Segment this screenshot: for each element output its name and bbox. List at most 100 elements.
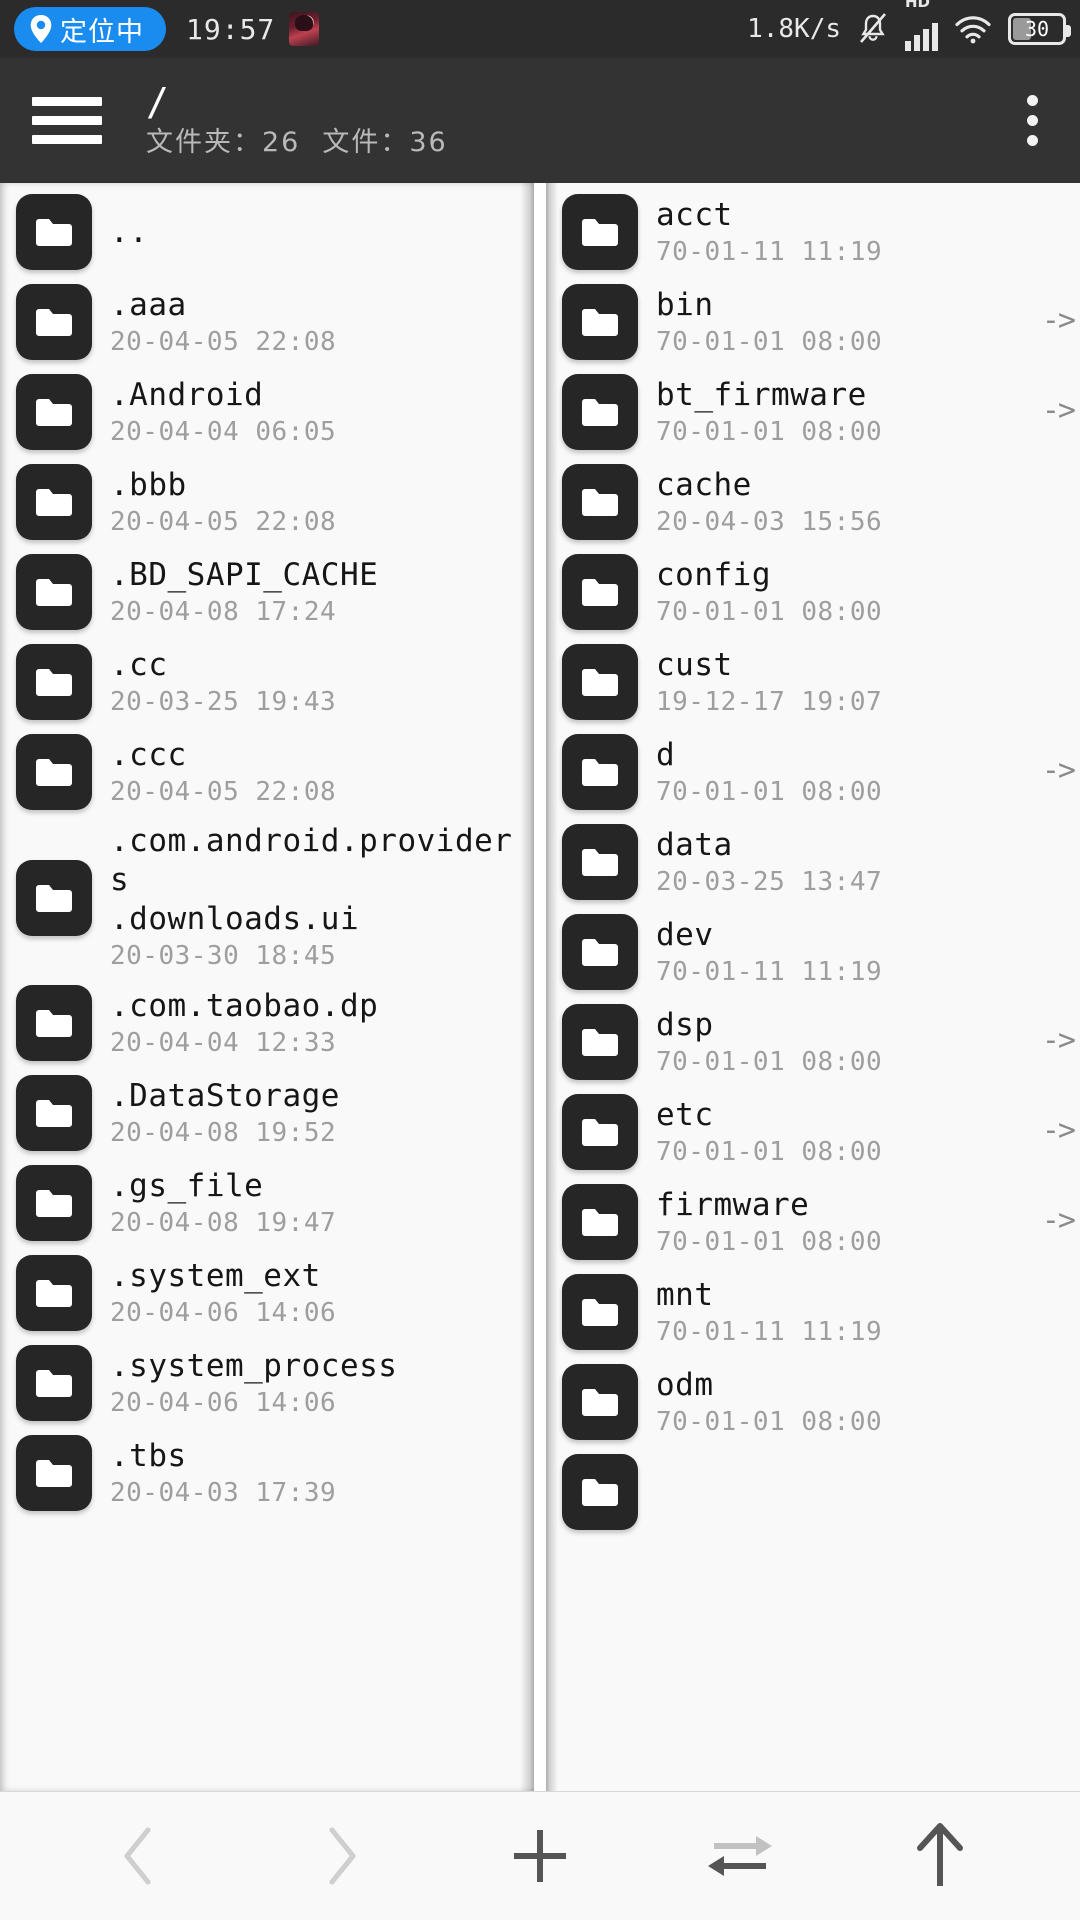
file-name: .tbs — [110, 1437, 187, 1474]
symlink-arrow-icon: -> — [1041, 303, 1076, 338]
file-row[interactable]: firmware 70-01-01 08:00 -> — [546, 1177, 1080, 1267]
folder-icon — [562, 1094, 638, 1170]
file-date: 19-12-17 19:07 — [656, 686, 883, 717]
forward-button[interactable] — [270, 1801, 410, 1911]
right-file-pane[interactable]: acct 70-01-11 11:19 bin 70-01-01 08:00 -> bt_… — [546, 183, 1080, 1791]
file-date: 20-03-30 18:45 — [110, 941, 337, 971]
file-row-text: .Android 20-04-04 06:05 — [110, 376, 336, 449]
file-row-text: .cc 20-03-25 19:43 — [110, 646, 336, 719]
folder-icon — [16, 194, 92, 270]
folder-icon — [562, 644, 638, 720]
file-row[interactable]: .Android 20-04-04 06:05 — [0, 367, 534, 457]
folder-icon — [562, 1184, 638, 1260]
file-row[interactable]: data 20-03-25 13:47 — [546, 817, 1080, 907]
folder-icon — [562, 374, 638, 450]
file-row-text: .bbb 20-04-05 22:08 — [110, 466, 336, 539]
file-row[interactable]: bin 70-01-01 08:00 -> — [546, 277, 1080, 367]
file-row[interactable] — [546, 1447, 1080, 1537]
file-name: .. — [110, 213, 149, 250]
file-date: 20-04-03 17:39 — [110, 1477, 337, 1508]
add-button[interactable] — [470, 1801, 610, 1911]
back-button[interactable] — [70, 1801, 210, 1911]
file-name: etc — [656, 1096, 714, 1133]
file-name: bin — [656, 286, 714, 323]
file-row[interactable]: .. — [0, 187, 534, 277]
item-count-line: 文件夹：26 文件：36 — [146, 124, 448, 162]
file-date: 70-01-11 11:19 — [656, 1316, 883, 1347]
swap-panes-button[interactable] — [670, 1801, 810, 1911]
file-name: .com.taobao.dp — [110, 987, 379, 1024]
file-row[interactable]: dsp 70-01-01 08:00 -> — [546, 997, 1080, 1087]
file-row[interactable]: acct 70-01-11 11:19 — [546, 187, 1080, 277]
file-row-text: .aaa 20-04-05 22:08 — [110, 286, 336, 359]
folder-icon — [562, 1364, 638, 1440]
folder-icon — [562, 1274, 638, 1350]
file-row[interactable]: etc 70-01-01 08:00 -> — [546, 1087, 1080, 1177]
file-name: .cc — [110, 646, 168, 683]
location-pin-icon — [30, 15, 52, 43]
file-row-text: config 70-01-01 08:00 — [656, 556, 882, 629]
file-row[interactable]: bt_firmware 70-01-01 08:00 -> — [546, 367, 1080, 457]
file-row-text: .tbs 20-04-03 17:39 — [110, 1437, 336, 1510]
file-name: data — [656, 826, 733, 863]
symlink-arrow-icon: -> — [1041, 753, 1076, 788]
file-row[interactable]: .gs_file 20-04-08 19:47 — [0, 1158, 534, 1248]
left-file-list: .. .aaa 20-04-05 22:08 .Android 20-04-04 06:… — [0, 183, 534, 1518]
file-date: 70-01-01 08:00 — [656, 326, 883, 357]
file-row[interactable]: dev 70-01-11 11:19 — [546, 907, 1080, 997]
location-status-pill[interactable]: 定位中 — [14, 7, 166, 51]
folder-icon — [562, 464, 638, 540]
file-row[interactable]: .system_process 20-04-06 14:06 — [0, 1338, 534, 1428]
battery-level-label: 30 — [1024, 17, 1050, 41]
file-row[interactable]: .DataStorage 20-04-08 19:52 — [0, 1068, 534, 1158]
file-row[interactable]: .ccc 20-04-05 22:08 — [0, 727, 534, 817]
left-file-pane[interactable]: .. .aaa 20-04-05 22:08 .Android 20-04-04 06:… — [0, 183, 534, 1791]
file-date: 20-04-06 14:06 — [110, 1387, 337, 1418]
more-vertical-icon[interactable] — [1017, 85, 1048, 156]
folder-icon — [16, 734, 92, 810]
status-clock: 19:57 — [186, 12, 276, 46]
folder-icon — [562, 824, 638, 900]
file-name: odm — [656, 1366, 714, 1403]
bottom-toolbar — [0, 1791, 1080, 1920]
file-name: .bbb — [110, 466, 187, 503]
app-avatar-icon — [289, 12, 320, 46]
symlink-arrow-icon: -> — [1041, 1113, 1076, 1148]
folder-icon — [562, 1004, 638, 1080]
folder-icon — [16, 464, 92, 540]
file-row[interactable]: .BD_SAPI_CACHE 20-04-08 17:24 — [0, 547, 534, 637]
cellular-signal-icon: HD — [905, 0, 938, 51]
file-row[interactable]: cache 20-04-03 15:56 — [546, 457, 1080, 547]
file-name: cache — [656, 466, 752, 503]
file-row[interactable]: .aaa 20-04-05 22:08 — [0, 277, 534, 367]
file-row-text: .. — [110, 213, 148, 252]
file-row[interactable]: .system_ext 20-04-06 14:06 — [0, 1248, 534, 1338]
file-row[interactable]: cust 19-12-17 19:07 — [546, 637, 1080, 727]
file-row[interactable]: .tbs 20-04-03 17:39 — [0, 1428, 534, 1518]
file-row[interactable]: config 70-01-01 08:00 — [546, 547, 1080, 637]
file-row[interactable]: .com.android.providers .downloads.ui 20-0… — [0, 817, 534, 978]
file-name: dev — [656, 916, 714, 953]
file-date: 70-01-01 08:00 — [656, 1226, 883, 1257]
file-name: acct — [656, 196, 733, 233]
folder-icon — [16, 985, 92, 1061]
file-row-text: data 20-03-25 13:47 — [656, 826, 882, 899]
app-header: / 文件夹：26 文件：36 — [0, 58, 1080, 183]
file-row[interactable]: .cc 20-03-25 19:43 — [0, 637, 534, 727]
hamburger-menu-icon[interactable] — [32, 97, 102, 144]
file-row[interactable]: mnt 70-01-11 11:19 — [546, 1267, 1080, 1357]
file-row[interactable]: .bbb 20-04-05 22:08 — [0, 457, 534, 547]
folder-icon — [562, 1454, 638, 1530]
file-row[interactable]: odm 70-01-01 08:00 — [546, 1357, 1080, 1447]
file-row-text: mnt 70-01-11 11:19 — [656, 1276, 882, 1349]
folder-icon — [16, 1345, 92, 1421]
file-row[interactable]: d 70-01-01 08:00 -> — [546, 727, 1080, 817]
up-button[interactable] — [870, 1801, 1010, 1911]
file-row[interactable]: .com.taobao.dp 20-04-04 12:33 — [0, 978, 534, 1068]
symlink-arrow-icon: -> — [1041, 1203, 1076, 1238]
file-name: cust — [656, 646, 733, 683]
folder-icon — [16, 284, 92, 360]
file-date: 70-01-01 08:00 — [656, 1046, 883, 1077]
pane-divider — [534, 183, 546, 1791]
file-date: 20-04-05 22:08 — [110, 506, 337, 537]
